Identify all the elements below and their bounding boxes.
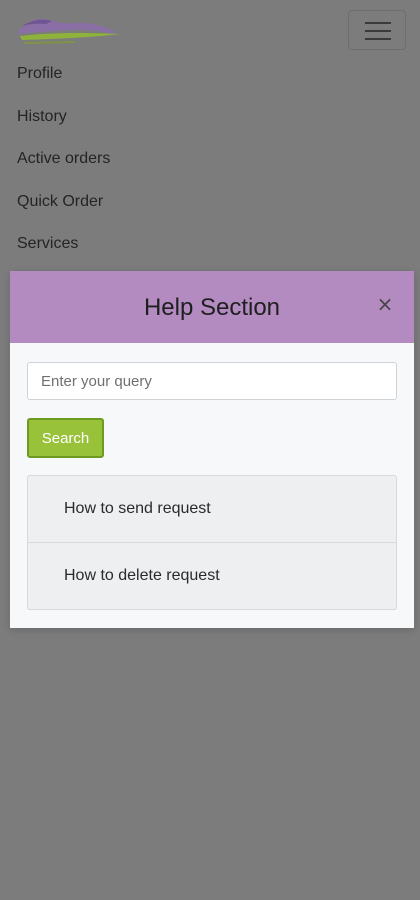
help-modal: Help Section × Search How to send reques… xyxy=(10,271,414,628)
help-item-send-request[interactable]: How to send request xyxy=(28,476,396,542)
nav-item-quick-order[interactable]: Quick Order xyxy=(17,184,110,227)
search-button[interactable]: Search xyxy=(27,418,104,458)
search-input[interactable] xyxy=(27,362,397,400)
nav-item-services[interactable]: Services xyxy=(17,226,110,269)
top-navbar xyxy=(0,0,420,60)
main-nav: Profile History Active orders Quick Orde… xyxy=(17,56,110,269)
help-topics-list: How to send request How to delete reques… xyxy=(27,475,397,610)
nav-item-history[interactable]: History xyxy=(17,99,110,142)
brand-logo[interactable] xyxy=(16,12,122,46)
modal-title: Help Section xyxy=(143,294,281,321)
nav-item-active-orders[interactable]: Active orders xyxy=(17,141,110,184)
modal-header: Help Section × xyxy=(10,271,414,343)
menu-toggle-button[interactable] xyxy=(348,10,406,50)
hamburger-menu-icon xyxy=(365,22,391,24)
help-item-delete-request[interactable]: How to delete request xyxy=(28,542,396,609)
nav-item-profile[interactable]: Profile xyxy=(17,56,110,99)
close-icon[interactable]: × xyxy=(374,293,396,315)
